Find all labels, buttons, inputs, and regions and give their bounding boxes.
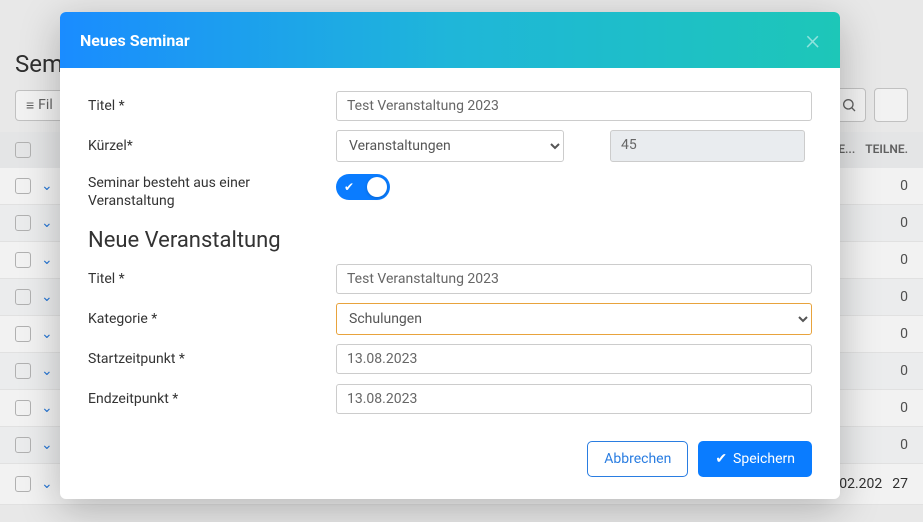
kuerzel-select[interactable]: Veranstaltungen (336, 130, 564, 162)
modal-header: Neues Seminar × (60, 12, 840, 68)
start-input[interactable] (336, 344, 812, 374)
label-end: Endzeitpunkt * (88, 390, 336, 408)
label-kategorie: Kategorie * (88, 310, 336, 328)
close-icon[interactable]: × (805, 26, 820, 54)
label-start: Startzeitpunkt * (88, 350, 336, 368)
new-seminar-modal: Neues Seminar × Titel * Kürzel* Veransta… (60, 12, 840, 499)
toggle-knob (367, 177, 387, 197)
save-label: Speichern (733, 451, 795, 467)
label-kuerzel: Kürzel* (88, 137, 336, 155)
cancel-button[interactable]: Abbrechen (587, 441, 688, 477)
kuerzel-number: 45 (610, 130, 805, 162)
kategorie-select[interactable]: Schulungen (336, 303, 812, 335)
label-single-event: Seminar besteht aus einer Veranstaltung (88, 174, 336, 210)
save-button[interactable]: ✔ Speichern (698, 441, 812, 477)
event-titel-input[interactable] (336, 264, 812, 294)
single-event-toggle[interactable]: ✔ (336, 174, 390, 200)
check-icon: ✔ (715, 451, 727, 467)
end-input[interactable] (336, 384, 812, 414)
modal-title: Neues Seminar (80, 31, 190, 50)
section-title: Neue Veranstaltung (88, 228, 812, 253)
label-event-titel: Titel * (88, 270, 336, 288)
titel-input[interactable] (336, 91, 812, 121)
check-icon: ✔ (344, 180, 354, 194)
label-titel: Titel * (88, 97, 336, 115)
